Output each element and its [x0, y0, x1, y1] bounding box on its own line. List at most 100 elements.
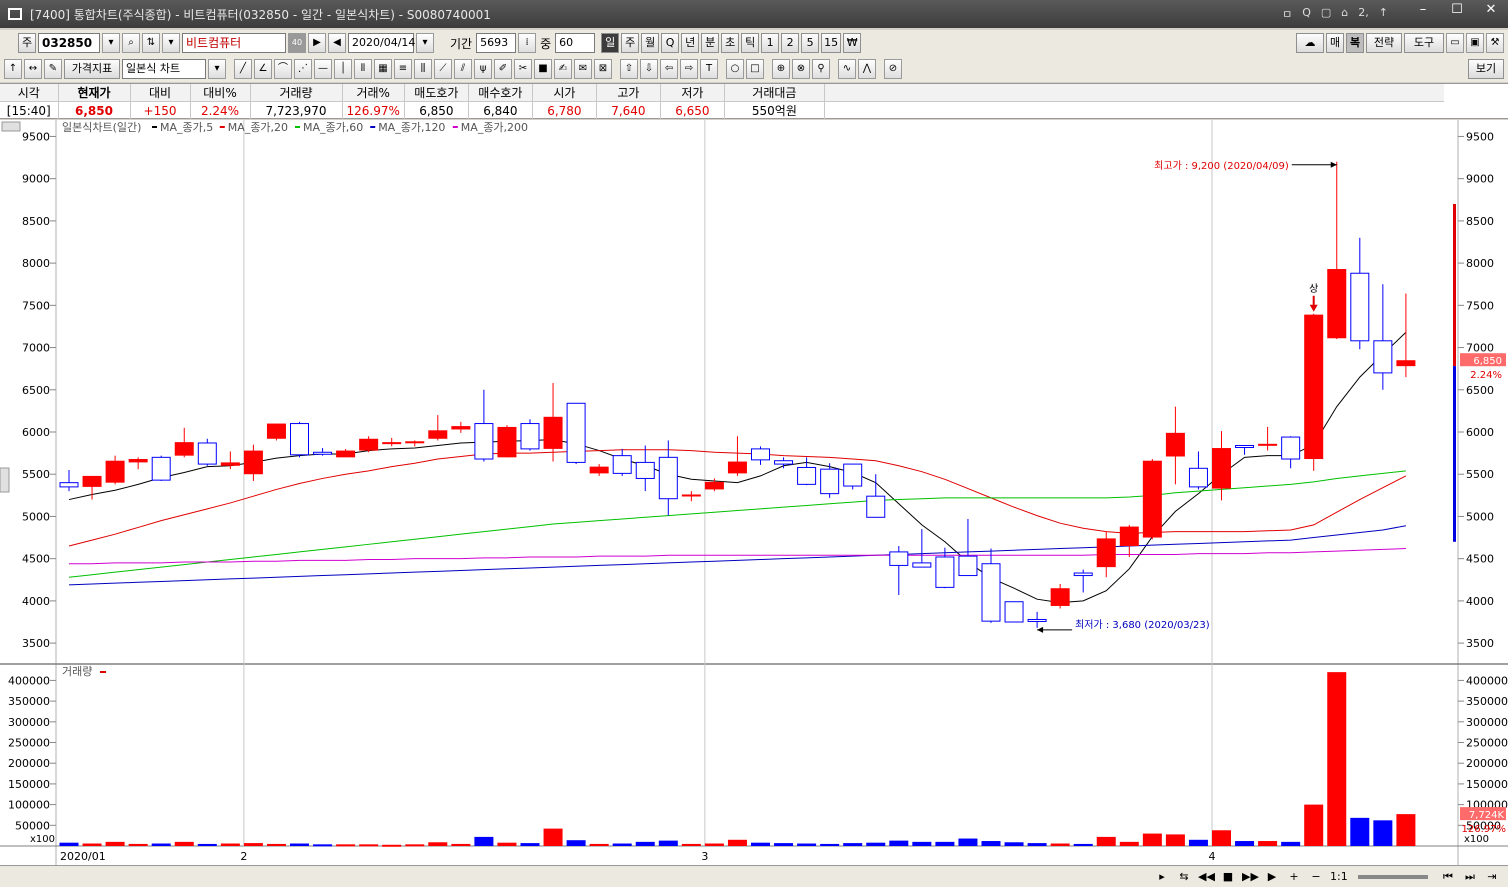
arrow-down-icon[interactable]: ⇩: [640, 59, 658, 79]
vline-tool-icon[interactable]: │: [334, 59, 352, 79]
date-input[interactable]: 2020/04/14: [348, 33, 415, 53]
save-icon[interactable]: ▣: [1466, 33, 1484, 53]
price-volume-chart[interactable]: 3500 3500 4000 4000 4500 4500 5000 5000 5500 5500…: [0, 120, 1508, 865]
stop-icon[interactable]: ■: [1220, 869, 1236, 885]
move-icon[interactable]: ↔: [24, 59, 42, 79]
interval-1[interactable]: 1: [761, 33, 780, 53]
ratio-icon[interactable]: 1:1: [1330, 869, 1348, 885]
timeframe-month[interactable]: 월: [641, 33, 660, 53]
line-tool-icon[interactable]: ╱: [234, 59, 252, 79]
clear-icon[interactable]: ⊘: [884, 59, 902, 79]
zigzag-tool-icon[interactable]: ⋀: [858, 59, 876, 79]
mid-input[interactable]: 60: [555, 33, 596, 53]
stock-name-field[interactable]: 비트컴퓨터: [182, 33, 286, 53]
chart-type-dropdown-icon[interactable]: ▾: [208, 59, 226, 79]
interval-15[interactable]: 15: [821, 33, 842, 53]
title-tool-4[interactable]: ⌂: [1341, 6, 1348, 22]
scroll-right-icon[interactable]: ▸: [1154, 869, 1170, 885]
fibo-time-icon[interactable]: ⫼: [414, 59, 432, 79]
title-tool-5[interactable]: 2,: [1358, 6, 1369, 22]
rewind-icon[interactable]: ◀◀: [1198, 869, 1215, 885]
dropdown-arrow-icon[interactable]: ▾: [102, 33, 120, 53]
arrow-up-icon[interactable]: ⇧: [620, 59, 638, 79]
tools-button[interactable]: 도구: [1404, 33, 1444, 53]
first-icon[interactable]: ⏮: [1440, 869, 1456, 885]
sort-icon[interactable]: ⇅: [142, 33, 160, 53]
arrow-left-icon[interactable]: ⇦: [660, 59, 678, 79]
minimize-icon[interactable]: –: [1406, 0, 1440, 22]
interval-5[interactable]: 5: [801, 33, 820, 53]
timeframe-minute[interactable]: 분: [701, 33, 720, 53]
indicator-button[interactable]: 가격지표: [64, 59, 120, 79]
maximize-icon[interactable]: ☐: [1440, 0, 1474, 22]
compound-button[interactable]: 복: [1346, 33, 1364, 53]
folder-icon[interactable]: ▭: [1446, 33, 1464, 53]
title-tool-2[interactable]: Q: [1302, 6, 1311, 22]
stock-code-input[interactable]: 032850: [38, 33, 100, 53]
close-icon[interactable]: ✕: [1474, 0, 1508, 22]
title-tool-3[interactable]: ▢: [1321, 6, 1331, 22]
name-badge[interactable]: 40: [288, 33, 306, 53]
edit-icon[interactable]: ✎: [44, 59, 62, 79]
rect-tool-icon[interactable]: □: [746, 59, 764, 79]
interval-2[interactable]: 2: [781, 33, 800, 53]
collapse-toggle-icon[interactable]: [1, 121, 21, 132]
zoom-out-icon[interactable]: ⊗: [792, 59, 810, 79]
zoom-plus-icon[interactable]: +: [1286, 869, 1302, 885]
chart-type-select[interactable]: 일본식 차트: [122, 59, 206, 79]
side-panel-toggle-icon[interactable]: [0, 467, 10, 493]
timeframe-quarter[interactable]: Q: [661, 33, 680, 53]
title-tool-1[interactable]: ㅁ: [1282, 6, 1292, 22]
market-select[interactable]: 주: [18, 33, 36, 53]
title-tool-6[interactable]: ↑: [1379, 6, 1388, 22]
strategy-button[interactable]: 전략: [1366, 33, 1402, 53]
note-icon[interactable]: ✉: [574, 59, 592, 79]
timeframe-tick[interactable]: 틱: [741, 33, 760, 53]
next-icon[interactable]: ▶: [308, 33, 326, 53]
search-icon[interactable]: ⌕: [122, 33, 140, 53]
period-input[interactable]: 5693: [476, 33, 517, 53]
channel-tool-icon[interactable]: ⫽: [454, 59, 472, 79]
brush-icon[interactable]: ✍: [554, 59, 572, 79]
dropdown-arrow-icon[interactable]: ▾: [162, 33, 180, 53]
trend-tool-icon[interactable]: ⟋: [434, 59, 452, 79]
timeframe-week[interactable]: 주: [621, 33, 640, 53]
magnet-icon[interactable]: ⚲: [812, 59, 830, 79]
cursor-icon[interactable]: ↑: [4, 59, 22, 79]
scroll-fit-icon[interactable]: ⇆: [1176, 869, 1192, 885]
box-tool-icon[interactable]: ⊠: [594, 59, 612, 79]
chart-area[interactable]: 3500 3500 4000 4000 4500 4500 5000 5000 5500 5500…: [0, 120, 1508, 865]
hline-tool-icon[interactable]: —: [314, 59, 332, 79]
prev-icon[interactable]: ◀: [328, 33, 346, 53]
zoom-slider[interactable]: [1358, 874, 1428, 879]
text-tool-icon[interactable]: T: [700, 59, 718, 79]
wave-tool-icon[interactable]: ∿: [838, 59, 856, 79]
arc-tool-icon[interactable]: ⌒: [274, 59, 292, 79]
timeframe-day[interactable]: 일: [601, 33, 620, 53]
fan-tool-icon[interactable]: ⋰: [294, 59, 312, 79]
wrench-icon[interactable]: ⚒: [1486, 33, 1504, 53]
currency-button[interactable]: ₩: [843, 33, 862, 53]
play-icon[interactable]: ▶: [1264, 869, 1280, 885]
arrow-right-icon[interactable]: ⇨: [680, 59, 698, 79]
pitchfork-icon[interactable]: ψ: [474, 59, 492, 79]
fibo-tool-icon[interactable]: ≡: [394, 59, 412, 79]
zoom-minus-icon[interactable]: −: [1308, 869, 1324, 885]
angle-tool-icon[interactable]: ∠: [254, 59, 272, 79]
eraser-icon[interactable]: ✂: [514, 59, 532, 79]
circle-tool-icon[interactable]: ○: [726, 59, 744, 79]
color-icon[interactable]: ■: [534, 59, 552, 79]
pen-icon[interactable]: ✐: [494, 59, 512, 79]
timeframe-year[interactable]: 년: [681, 33, 700, 53]
zoom-in-icon[interactable]: ⊕: [772, 59, 790, 79]
timeframe-second[interactable]: 초: [721, 33, 740, 53]
grid-tool-icon[interactable]: ▦: [374, 59, 392, 79]
calendar-dropdown-icon[interactable]: ▾: [416, 33, 434, 53]
fast-forward-icon[interactable]: ▶▶: [1242, 869, 1259, 885]
view-button[interactable]: 보기: [1468, 59, 1504, 79]
cycle-tool-icon[interactable]: ⦀: [354, 59, 372, 79]
cloud-icon[interactable]: ☁: [1296, 33, 1324, 53]
buy-button[interactable]: 매: [1326, 33, 1344, 53]
spin-icon[interactable]: ⁞: [518, 33, 537, 53]
last-icon[interactable]: ⏭: [1462, 869, 1478, 885]
